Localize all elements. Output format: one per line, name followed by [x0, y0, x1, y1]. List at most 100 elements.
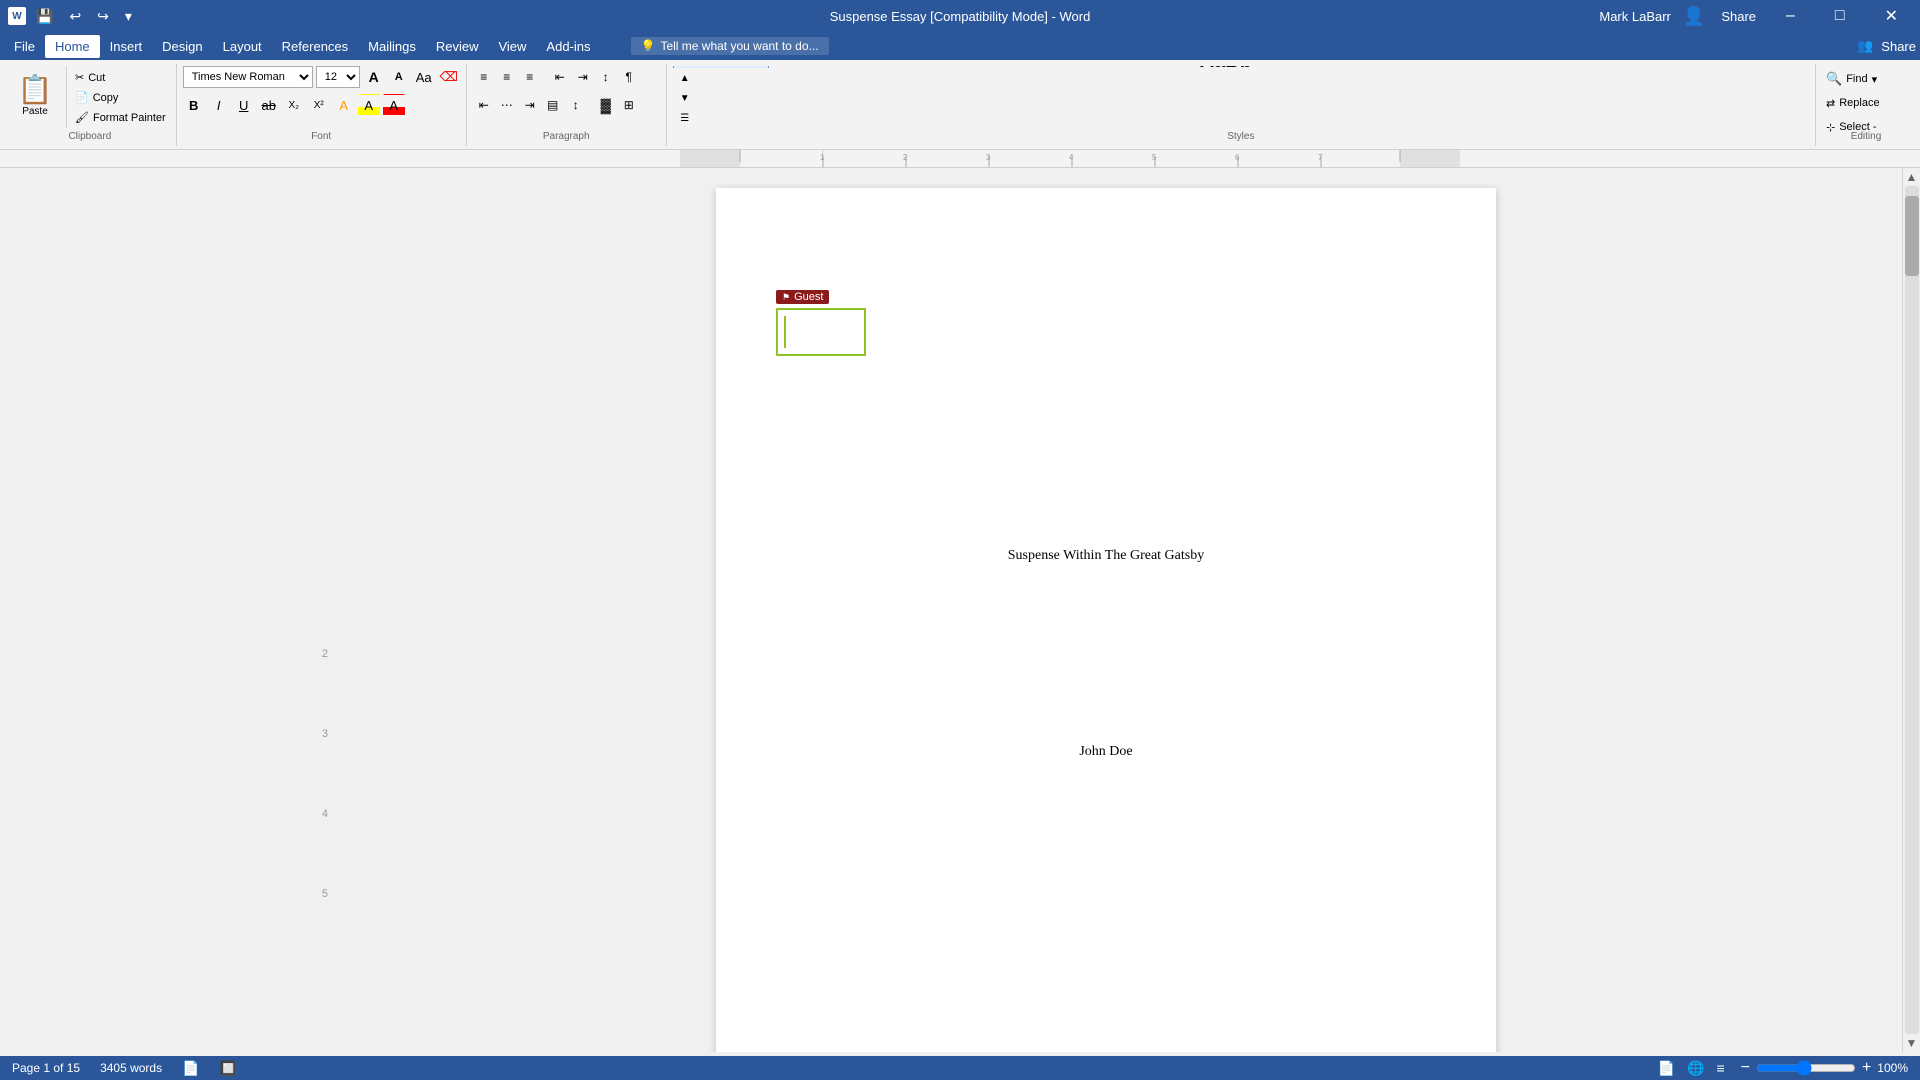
web-layout-button[interactable]: 🌐 — [1683, 1058, 1708, 1079]
style-h3-preview: 2.1.1. Aa — [1041, 66, 1089, 67]
menu-layout[interactable]: Layout — [213, 35, 272, 58]
proofing-icon: 📄 — [182, 1060, 199, 1077]
document-area[interactable]: ⚑ Guest Suspense Within The Great Gatsby… — [340, 168, 1872, 1052]
ribbon: 📋 Paste ✂ Cut 📄 Copy 🖌 Format Painter — [0, 60, 1920, 150]
find-button[interactable]: 🔍 Find ▾ — [1822, 68, 1910, 90]
text-effects-button[interactable]: A — [333, 94, 355, 116]
strikethrough-button[interactable]: ab — [258, 94, 280, 116]
page-marker-5: 5 — [322, 888, 328, 900]
lightbulb-icon: 💡 — [641, 39, 656, 53]
superscript-button[interactable]: X² — [308, 94, 330, 116]
show-hide-button[interactable]: ¶ — [618, 66, 640, 88]
scroll-thumb[interactable] — [1905, 196, 1919, 276]
menu-references[interactable]: References — [272, 35, 358, 58]
font-family-select[interactable]: Times New Roman — [183, 66, 313, 88]
find-label: Find — [1846, 73, 1867, 85]
align-left-button[interactable]: ⇤ — [473, 94, 495, 116]
format-painter-button[interactable]: 🖌 Format Painter — [71, 108, 170, 127]
grow-font-button[interactable]: A — [363, 66, 385, 88]
page-marker-3: 3 — [322, 728, 328, 740]
multilevel-button[interactable]: ≡ — [519, 66, 541, 88]
editing-group-label: Editing — [1816, 129, 1916, 144]
editing-controls: 🔍 Find ▾ ⇄ Replace ⊹ Select - — [1822, 66, 1910, 138]
replace-button[interactable]: ⇄ Replace — [1822, 92, 1910, 114]
shading-button[interactable]: ▓ — [595, 94, 617, 116]
menu-view[interactable]: View — [488, 35, 536, 58]
zoom-out-button[interactable]: − — [1741, 1059, 1750, 1077]
outdent-button[interactable]: ⇤ — [549, 66, 571, 88]
indent-button[interactable]: ⇥ — [572, 66, 594, 88]
macro-icon: 🔲 — [220, 1060, 237, 1077]
para-row-1: ≡ ≡ ≡ ⇤ ⇥ ↕ ¶ — [473, 66, 640, 88]
underline-button[interactable]: U — [233, 94, 255, 116]
close-button[interactable]: ✕ — [1871, 0, 1912, 32]
font-size-select[interactable]: 12 — [316, 66, 360, 88]
svg-text:3: 3 — [986, 153, 991, 162]
clipboard-group-label: Clipboard — [4, 129, 176, 144]
italic-button[interactable]: I — [208, 94, 230, 116]
styles-expand[interactable]: ☰ — [677, 108, 693, 128]
share-area: 👥 Share — [1857, 38, 1916, 54]
sort-button[interactable]: ↕ — [595, 66, 617, 88]
customize-button[interactable]: ▾ — [121, 6, 136, 27]
styles-scroll-down[interactable]: ▼ — [677, 88, 693, 108]
zoom-in-button[interactable]: + — [1862, 1059, 1871, 1077]
ribbon-groups: 📋 Paste ✂ Cut 📄 Copy 🖌 Format Painter — [0, 64, 1920, 146]
bold-button[interactable]: B — [183, 94, 205, 116]
justify-button[interactable]: ▤ — [542, 94, 564, 116]
view-buttons: 📄 🌐 ≡ — [1654, 1058, 1729, 1079]
font-color-button[interactable]: A — [383, 94, 405, 116]
numbering-button[interactable]: ≡ — [496, 66, 518, 88]
align-center-button[interactable]: ⋯ — [496, 94, 518, 116]
change-case-button[interactable]: Aa — [413, 66, 435, 88]
menu-file[interactable]: File — [4, 35, 45, 58]
borders-button[interactable]: ⊞ — [618, 94, 640, 116]
align-right-button[interactable]: ⇥ — [519, 94, 541, 116]
copy-button[interactable]: 📄 Copy — [71, 88, 170, 107]
menu-review[interactable]: Review — [426, 35, 489, 58]
menu-home[interactable]: Home — [45, 35, 100, 58]
print-layout-button[interactable]: 📄 — [1654, 1058, 1679, 1079]
ribbon-group-clipboard: 📋 Paste ✂ Cut 📄 Copy 🖌 Format Painter — [4, 64, 177, 146]
redo-button[interactable]: ↪ — [93, 6, 113, 27]
cut-button[interactable]: ✂ Cut — [71, 68, 170, 87]
subscript-button[interactable]: X₂ — [283, 94, 305, 116]
maximize-button[interactable]: □ — [1821, 0, 1859, 32]
zoom-percent: 100% — [1877, 1061, 1908, 1075]
status-bar: Page 1 of 15 3405 words 📄 🔲 📄 🌐 ≡ − + 10… — [0, 1056, 1920, 1080]
menu-addins[interactable]: Add-ins — [536, 35, 600, 58]
save-button[interactable]: 💾 — [32, 6, 57, 27]
scroll-up-button[interactable]: ▲ — [1906, 170, 1918, 184]
line-spacing-button[interactable]: ↕ — [565, 94, 587, 116]
shrink-font-button[interactable]: A — [388, 66, 410, 88]
scissors-icon: ✂ — [75, 71, 84, 84]
paste-button[interactable]: 📋 Paste — [10, 66, 60, 128]
tell-me-text: Tell me what you want to do... — [660, 39, 818, 53]
scroll-down-button[interactable]: ▼ — [1906, 1036, 1918, 1050]
document-page[interactable]: ⚑ Guest Suspense Within The Great Gatsby… — [716, 188, 1496, 1052]
document-author: John Doe — [776, 744, 1436, 760]
highlight-button[interactable]: A — [358, 94, 380, 116]
share-button[interactable]: Share — [1717, 7, 1760, 26]
svg-text:2: 2 — [903, 153, 908, 162]
clear-format-button[interactable]: ⌫ — [438, 66, 460, 88]
style-subtleem-preview: AaBbCcDd — [1363, 66, 1427, 67]
menu-mailings[interactable]: Mailings — [358, 35, 426, 58]
svg-text:5: 5 — [1152, 153, 1157, 162]
minimize-button[interactable]: – — [1772, 0, 1809, 32]
vertical-scrollbar[interactable]: ▲ ▼ — [1902, 168, 1920, 1052]
scroll-track[interactable] — [1905, 186, 1919, 1034]
menu-design[interactable]: Design — [152, 35, 212, 58]
zoom-slider-input[interactable] — [1756, 1060, 1856, 1076]
outline-view-button[interactable]: ≡ — [1712, 1058, 1728, 1079]
share-label[interactable]: Share — [1881, 39, 1916, 54]
title-bar-left: W 💾 ↩ ↪ ▾ — [8, 6, 136, 27]
style-subtitle-preview: AaBbCcDd — [1277, 66, 1341, 67]
tell-me-bar[interactable]: 💡 Tell me what you want to do... — [631, 37, 829, 55]
undo-button[interactable]: ↩ — [65, 6, 85, 27]
bullets-button[interactable]: ≡ — [473, 66, 495, 88]
styles-scroll-up[interactable]: ▲ — [677, 68, 693, 88]
menu-insert[interactable]: Insert — [100, 35, 153, 58]
menu-bar: File Home Insert Design Layout Reference… — [0, 32, 1920, 60]
font-format-row: B I U ab X₂ X² A A A — [183, 94, 405, 116]
